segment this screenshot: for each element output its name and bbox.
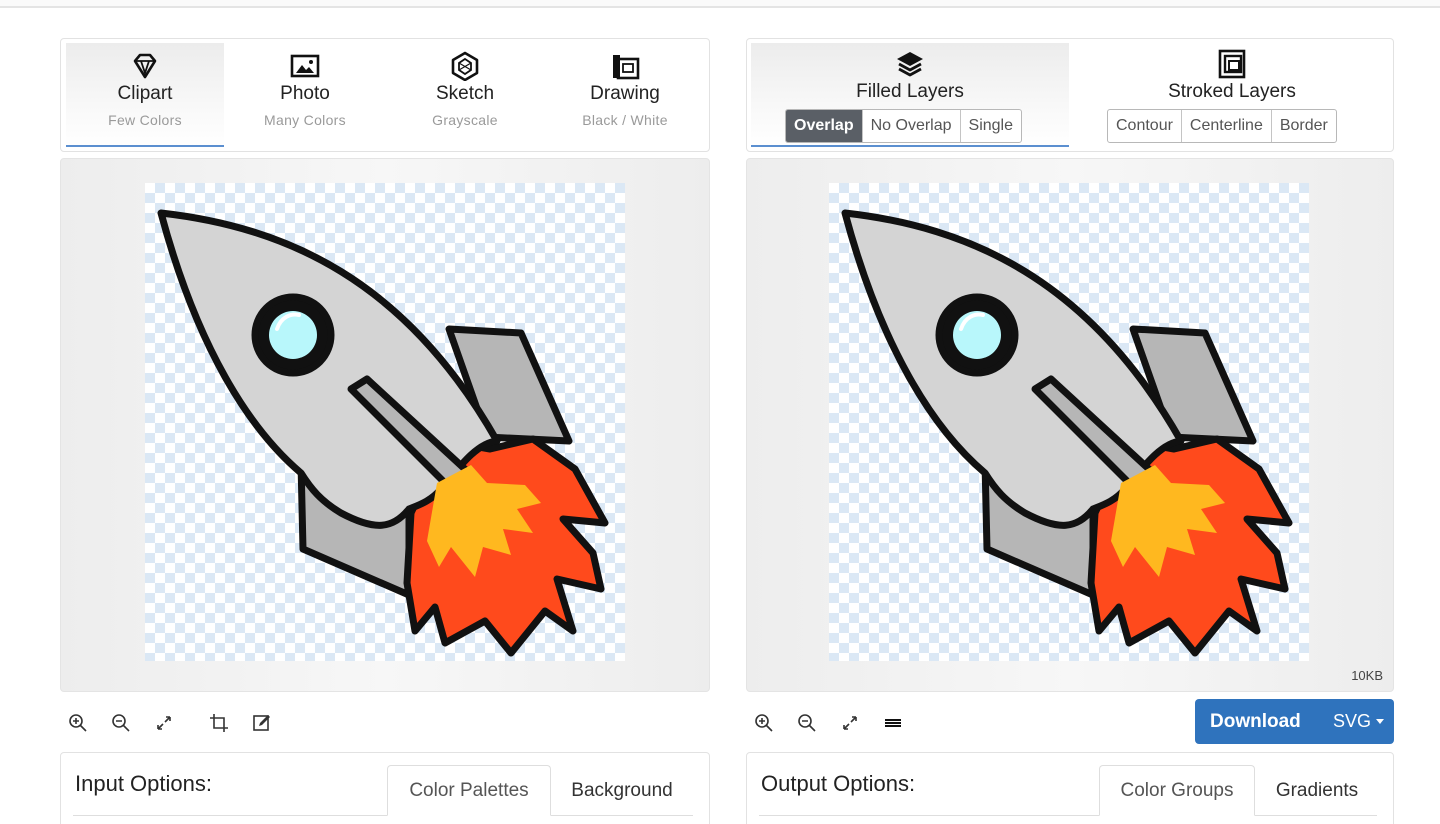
overlap-option[interactable]: Overlap <box>786 110 862 142</box>
rocket-image-input <box>157 209 609 657</box>
fit-expand-icon <box>843 716 857 730</box>
zoom-out-icon <box>798 714 816 732</box>
zoom-in-button[interactable] <box>746 706 782 740</box>
active-tab-underline <box>751 145 1069 147</box>
zoom-out-icon <box>112 714 130 732</box>
format-label: SVG <box>1332 711 1371 731</box>
border-option[interactable]: Border <box>1270 110 1336 142</box>
mode-title: Drawing <box>590 83 660 104</box>
rocket-image-output <box>841 209 1293 657</box>
centerline-option[interactable]: Centerline <box>1180 110 1271 142</box>
download-label: Download <box>1210 710 1301 732</box>
tab-color-groups[interactable]: Color Groups <box>1099 765 1255 816</box>
output-image-viewer[interactable]: 10KB <box>746 158 1394 692</box>
no-overlap-option[interactable]: No Overlap <box>861 110 960 142</box>
filled-layers-segmented: Overlap No Overlap Single <box>785 109 1022 143</box>
mode-title: Stroked Layers <box>1168 81 1296 102</box>
hexagon-icon <box>451 51 479 81</box>
mode-subtitle: Black / White <box>582 112 668 128</box>
contour-option[interactable]: Contour <box>1108 110 1181 142</box>
transparency-checkerboard <box>145 183 625 661</box>
mode-title: Filled Layers <box>856 81 964 102</box>
sketchbook-icon <box>613 55 640 80</box>
output-options-title: Output Options: <box>761 771 916 796</box>
format-dropdown[interactable]: SVG <box>1333 711 1394 732</box>
output-options-panel: Output Options: Color Groups Gradients <box>746 752 1394 824</box>
tab-color-palettes[interactable]: Color Palettes <box>387 765 551 816</box>
mode-title: Clipart <box>117 83 173 104</box>
input-toolbar <box>60 705 287 741</box>
input-options-panel: Input Options: Color Palettes Background <box>60 752 710 824</box>
fit-to-view-button[interactable] <box>146 706 182 740</box>
single-option[interactable]: Single <box>959 110 1021 142</box>
mode-title: Sketch <box>435 83 495 104</box>
crop-button[interactable] <box>201 706 237 740</box>
file-size-badge: 10KB <box>1351 668 1383 683</box>
tab-background[interactable]: Background <box>551 765 693 816</box>
zoom-in-icon <box>755 714 773 732</box>
mode-title: Photo <box>280 83 330 104</box>
input-options-title: Input Options: <box>75 771 212 796</box>
mode-subtitle: Many Colors <box>264 112 346 128</box>
diamond-icon <box>133 53 157 79</box>
zoom-in-icon <box>69 714 87 732</box>
layer-type-selector: Filled Layers Stroked Layers Overlap No … <box>746 38 1394 152</box>
menu-lines-icon <box>885 719 901 727</box>
input-image-viewer[interactable] <box>60 158 710 692</box>
tab-gradients[interactable]: Gradients <box>1255 765 1379 816</box>
edit-button[interactable] <box>244 706 280 740</box>
mode-drawing[interactable]: Drawing Black / White <box>546 43 704 147</box>
crop-icon <box>210 714 228 732</box>
top-divider <box>0 0 1440 8</box>
stroked-layers-segmented: Contour Centerline Border <box>1107 109 1337 143</box>
zoom-out-button[interactable] <box>789 706 825 740</box>
menu-button[interactable] <box>875 706 911 740</box>
fit-expand-icon <box>157 716 171 730</box>
mode-photo[interactable]: Photo Many Colors <box>226 43 384 147</box>
zoom-out-button[interactable] <box>103 706 139 740</box>
download-button[interactable]: Download SVG <box>1195 699 1394 744</box>
zoom-in-button[interactable] <box>60 706 96 740</box>
mode-subtitle: Few Colors <box>108 112 182 128</box>
layers-icon <box>897 52 923 77</box>
mode-sketch[interactable]: Sketch Grayscale <box>386 43 544 147</box>
output-toolbar <box>746 705 918 741</box>
mode-subtitle: Grayscale <box>432 112 498 128</box>
image-type-selector: Clipart Few Colors Photo Many Colors Ske… <box>60 38 710 152</box>
mode-clipart[interactable]: Clipart Few Colors <box>66 43 224 147</box>
edit-icon <box>253 715 270 731</box>
stroked-squares-icon <box>1218 49 1246 79</box>
fit-to-view-button[interactable] <box>832 706 868 740</box>
caret-down-icon <box>1376 719 1384 724</box>
active-tab-underline <box>66 145 224 147</box>
image-icon <box>290 54 320 78</box>
transparency-checkerboard <box>829 183 1309 661</box>
